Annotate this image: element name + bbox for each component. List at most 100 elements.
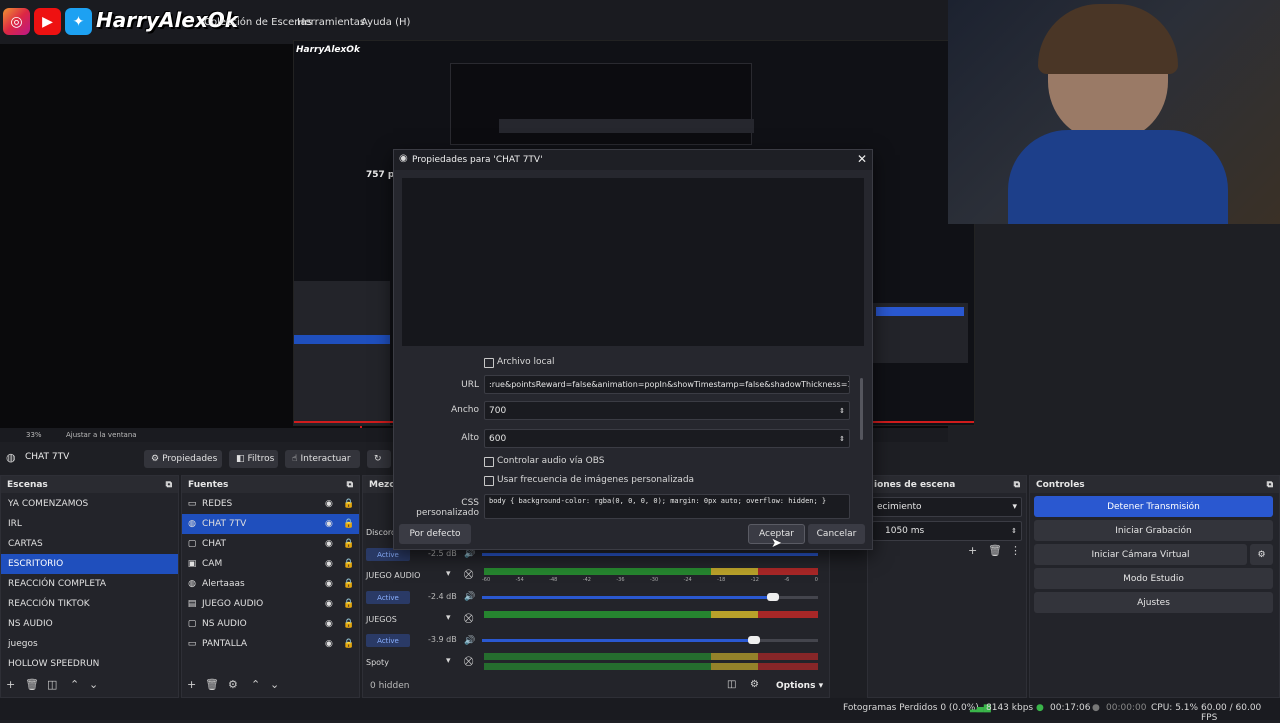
gear-icon: ⚙ — [1257, 549, 1266, 560]
source-item[interactable]: ▢ NS AUDIO ◉ 🔒 — [182, 614, 359, 634]
scene-filters-icon[interactable]: ◫ — [47, 678, 57, 691]
lock-icon[interactable]: 🔒 — [343, 619, 354, 629]
start-virtual-camera-button[interactable]: Iniciar Cámara Virtual — [1034, 544, 1247, 565]
eye-icon[interactable]: ◉ — [325, 639, 333, 649]
filters-button[interactable]: ◧ Filtros — [229, 450, 278, 468]
volume-slider[interactable] — [482, 639, 818, 642]
mixer-settings-icon[interactable]: ⚙ — [750, 679, 759, 690]
stop-stream-button[interactable]: Detener Transmisión — [1034, 496, 1273, 517]
source-item[interactable]: ▭ PANTALLA ◉ 🔒 — [182, 634, 359, 654]
undock-icon[interactable]: ⧉ — [1267, 480, 1273, 490]
mixer-options-button[interactable]: Options ▾ — [776, 681, 823, 691]
move-down-icon[interactable]: ⌄ — [89, 678, 98, 691]
obs-logo-icon: ◉ — [399, 153, 408, 164]
volume-slider[interactable] — [482, 553, 818, 556]
eye-icon[interactable]: ◉ — [325, 539, 333, 549]
transition-duration-input[interactable]: 1050 ms ⇕ — [872, 521, 1022, 541]
remove-source-icon[interactable]: 🗑 — [205, 678, 219, 691]
add-source-icon[interactable]: + — [187, 678, 196, 691]
lock-icon[interactable]: 🔒 — [343, 559, 354, 569]
interact-button[interactable]: ☝ Interactuar — [285, 450, 360, 468]
stepper-icon[interactable]: ⇕ — [839, 435, 845, 443]
move-up-icon[interactable]: ⌃ — [70, 678, 79, 691]
source-item[interactable]: ▭ REDES ◉ 🔒 — [182, 494, 359, 514]
scene-item-selected[interactable]: ESCRITORIO — [1, 554, 178, 574]
control-audio-checkbox[interactable] — [484, 457, 494, 467]
eye-icon[interactable]: ◉ — [325, 559, 333, 569]
lock-icon[interactable]: 🔒 — [343, 499, 354, 509]
scene-item[interactable]: CARTAS — [1, 534, 178, 554]
source-item-selected[interactable]: ◍ CHAT 7TV ◉ 🔒 — [182, 514, 359, 534]
css-textarea[interactable]: body { background-color: rgba(0, 0, 0, 0… — [484, 494, 850, 519]
remove-transition-icon[interactable]: 🗑 — [988, 544, 1002, 557]
move-up-icon[interactable]: ⌃ — [251, 678, 260, 691]
start-recording-button[interactable]: Iniciar Grabación — [1034, 520, 1273, 541]
audio-meter — [484, 568, 818, 575]
remove-scene-icon[interactable]: 🗑 — [25, 678, 39, 691]
monitor-audio-icon[interactable]: ⛒ — [464, 657, 473, 667]
scene-item[interactable]: NS AUDIO — [1, 614, 178, 634]
volume-db: -2.4 dB — [428, 592, 457, 601]
source-item[interactable]: ◍ Alertaaas ◉ 🔒 — [182, 574, 359, 594]
transition-select[interactable]: ecimiento ▾ — [872, 497, 1022, 517]
zoom-fit-label[interactable]: Ajustar a la ventana — [66, 431, 137, 439]
eye-icon[interactable]: ◉ — [325, 499, 333, 509]
chevron-down-icon[interactable]: ▾ — [446, 613, 451, 623]
undock-icon[interactable]: ⧉ — [1014, 480, 1020, 490]
lock-icon[interactable]: 🔒 — [343, 539, 354, 549]
scene-item[interactable]: REACCIÓN COMPLETA — [1, 574, 178, 594]
source-item[interactable]: ▢ CHAT ◉ 🔒 — [182, 534, 359, 554]
scene-item[interactable]: juegos — [1, 634, 178, 654]
source-item[interactable]: ▤ JUEGO AUDIO ◉ 🔒 — [182, 594, 359, 614]
url-input[interactable]: :rue&pointsReward=false&animation=popIn&… — [484, 375, 850, 394]
speaker-icon[interactable]: 🔊 — [464, 592, 475, 602]
undock-icon[interactable]: ⧉ — [166, 480, 172, 490]
scene-item[interactable]: REACCIÓN TIKTOK — [1, 594, 178, 614]
more-options-icon[interactable]: ⋮ — [1010, 544, 1021, 557]
width-input[interactable]: 700 ⇕ — [484, 401, 850, 420]
move-down-icon[interactable]: ⌄ — [270, 678, 279, 691]
cancel-button[interactable]: Cancelar — [808, 524, 865, 544]
eye-icon[interactable]: ◉ — [325, 579, 333, 589]
custom-fps-checkbox[interactable] — [484, 476, 494, 486]
local-file-checkbox[interactable] — [484, 358, 494, 368]
undock-icon[interactable]: ⧉ — [347, 480, 353, 490]
speaker-icon[interactable]: 🔊 — [464, 549, 475, 559]
settings-button[interactable]: Ajustes — [1034, 592, 1273, 613]
eye-icon[interactable]: ◉ — [325, 619, 333, 629]
source-settings-icon[interactable]: ⚙ — [228, 678, 238, 691]
virtual-camera-settings-button[interactable]: ⚙ — [1250, 544, 1273, 565]
studio-mode-button[interactable]: Modo Estudio — [1034, 568, 1273, 589]
chevron-down-icon[interactable]: ▾ — [446, 656, 451, 666]
properties-button[interactable]: ⚙ Propiedades — [144, 450, 222, 468]
monitor-audio-icon[interactable]: ⛒ — [464, 614, 473, 624]
lock-icon[interactable]: 🔒 — [343, 639, 354, 649]
height-input[interactable]: 600 ⇕ — [484, 429, 850, 448]
source-item[interactable]: ▣ CAM ◉ 🔒 — [182, 554, 359, 574]
layout-toggle-icon[interactable]: ◫ — [727, 679, 736, 690]
refresh-button[interactable]: ↻ — [367, 450, 391, 468]
volume-db: -2.5 dB — [428, 549, 457, 558]
speaker-icon[interactable]: 🔊 — [464, 636, 475, 646]
stepper-icon[interactable]: ⇕ — [839, 407, 845, 415]
add-transition-icon[interactable]: + — [968, 544, 977, 557]
close-icon[interactable]: ✕ — [857, 152, 867, 166]
add-scene-icon[interactable]: + — [6, 678, 15, 691]
menu-tools[interactable]: Herramientas — [297, 17, 365, 28]
scene-item[interactable]: YA COMENZAMOS — [1, 494, 178, 514]
volume-slider-handle[interactable] — [748, 636, 760, 644]
lock-icon[interactable]: 🔒 — [343, 599, 354, 609]
scene-item[interactable]: HOLLOW SPEEDRUN — [1, 654, 178, 674]
menu-scene-collection[interactable]: Colección de Escenas — [204, 17, 312, 28]
volume-slider-handle[interactable] — [767, 593, 779, 601]
scene-item[interactable]: IRL — [1, 514, 178, 534]
monitor-audio-icon[interactable]: ⛒ — [464, 570, 473, 580]
dialog-scrollbar[interactable] — [860, 378, 863, 440]
menu-help[interactable]: Ayuda (H) — [361, 17, 410, 28]
eye-icon[interactable]: ◉ — [325, 519, 333, 529]
lock-icon[interactable]: 🔒 — [343, 519, 354, 529]
lock-icon[interactable]: 🔒 — [343, 579, 354, 589]
eye-icon[interactable]: ◉ — [325, 599, 333, 609]
defaults-button[interactable]: Por defecto — [399, 524, 471, 544]
chevron-down-icon[interactable]: ▾ — [446, 569, 451, 579]
